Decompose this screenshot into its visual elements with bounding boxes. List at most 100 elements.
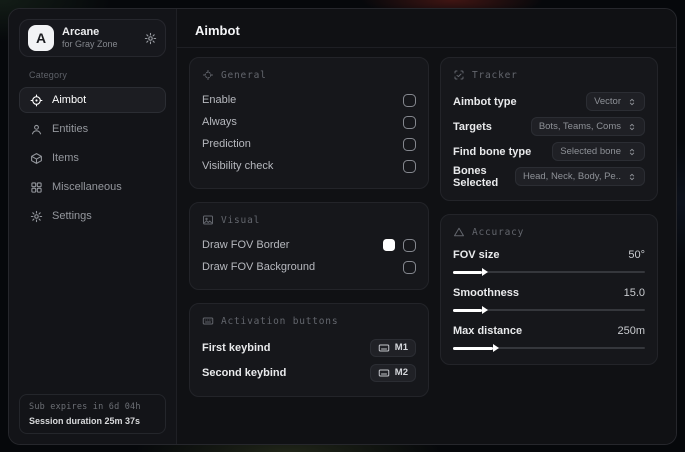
draw-fov-border-checkbox[interactable] <box>403 238 416 252</box>
arcane-menu-window: A Arcane for Gray Zone Category Aimbot E… <box>8 8 677 445</box>
image-icon <box>203 215 213 225</box>
main-header: Aimbot <box>177 9 676 48</box>
tracker-card-header: Tracker <box>453 69 645 81</box>
setting-label: First keybind <box>202 341 271 354</box>
slider-fill[interactable] <box>453 344 500 352</box>
select-value: Head, Neck, Body, Pe.. <box>522 171 621 182</box>
setting-row-prediction: Prediction <box>202 133 416 155</box>
unfold-icon <box>629 98 635 105</box>
setting-row-find-bone-type: Find bone type Selected bone <box>453 139 645 164</box>
sub-expiry-text: Sub expires in 6d 04h <box>29 402 141 412</box>
slider-value: 50° <box>628 249 645 261</box>
setting-label: FOV size <box>453 249 500 261</box>
brand-logo: A <box>28 25 54 51</box>
sidebar-item-aimbot[interactable]: Aimbot <box>19 87 166 113</box>
setting-row-enable: Enable <box>202 89 416 111</box>
slider-fill[interactable] <box>453 268 488 276</box>
setting-label: Bones Selected <box>453 164 499 189</box>
prediction-checkbox[interactable] <box>403 137 416 151</box>
setting-label: Enable <box>202 94 237 106</box>
always-checkbox[interactable] <box>403 115 416 129</box>
slider-group-smoothness: Smoothness 15.0 <box>453 284 645 314</box>
setting-label: Draw FOV Background <box>202 261 316 273</box>
activation-card-header: Activation buttons <box>202 315 416 327</box>
slider-value: 15.0 <box>623 287 645 299</box>
unfold-icon <box>629 123 635 130</box>
first-keybind-button[interactable]: M1 <box>369 338 416 357</box>
setting-label: Targets <box>453 120 492 133</box>
left-column: General Enable Always Prediction Visibil… <box>189 57 429 410</box>
crosshair-icon <box>30 94 43 106</box>
tracker-card: Tracker Aimbot type Vector Targets Bots,… <box>440 57 658 201</box>
sidebar-item-label: Settings <box>52 210 92 222</box>
setting-label: Find bone type <box>453 145 532 158</box>
brand-subtitle: for Gray Zone <box>62 39 118 49</box>
grid-icon <box>31 181 42 193</box>
visual-card-header: Visual <box>202 214 416 226</box>
sidebar-item-settings[interactable]: Settings <box>19 203 166 229</box>
sidebar-item-miscellaneous[interactable]: Miscellaneous <box>19 174 166 200</box>
bones-selected-select[interactable]: Head, Neck, Body, Pe.. <box>514 167 645 186</box>
setting-label: Max distance <box>453 325 523 337</box>
activation-card: Activation buttons First keybind M1 Seco… <box>189 303 429 397</box>
brand-card: A Arcane for Gray Zone <box>19 19 166 57</box>
second-keybind-button[interactable]: M2 <box>369 363 416 382</box>
keybind-value: M2 <box>394 367 408 378</box>
keybind-value: M1 <box>394 342 408 353</box>
main-body: General Enable Always Prediction Visibil… <box>177 48 676 410</box>
box-icon <box>31 152 42 164</box>
brand-name: Arcane <box>62 26 100 38</box>
slider-fill[interactable] <box>453 306 488 314</box>
focus-icon <box>454 70 464 80</box>
category-label: Category <box>29 70 68 80</box>
setting-row-targets: Targets Bots, Teams, Coms <box>453 114 645 139</box>
aimbot-type-select[interactable]: Vector <box>586 92 645 111</box>
main-panel: Aimbot General Enable Always Prediction … <box>177 9 676 444</box>
keyboard-icon <box>378 369 390 376</box>
select-value: Vector <box>594 96 621 107</box>
draw-fov-background-checkbox[interactable] <box>403 260 416 274</box>
setting-label: Aimbot type <box>453 95 517 108</box>
accuracy-title: Accuracy <box>472 226 525 238</box>
max-distance-slider[interactable] <box>453 344 645 352</box>
fov-border-color-swatch[interactable] <box>383 239 395 251</box>
select-value: Selected bone <box>560 146 621 157</box>
activation-title: Activation buttons <box>221 315 339 327</box>
slider-value: 250m <box>617 325 645 337</box>
targets-select[interactable]: Bots, Teams, Coms <box>530 117 645 136</box>
keyboard-icon <box>378 344 390 351</box>
enable-checkbox[interactable] <box>403 93 416 107</box>
general-title: General <box>221 69 267 81</box>
sidebar-item-label: Items <box>52 152 79 164</box>
setting-row-always: Always <box>202 111 416 133</box>
setting-label: Second keybind <box>202 366 287 379</box>
visibility-check-checkbox[interactable] <box>403 159 416 173</box>
accuracy-card: Accuracy FOV size 50° Smoothness 15.0 Ma… <box>440 214 658 365</box>
tracker-title: Tracker <box>472 69 518 81</box>
subscription-info: Sub expires in 6d 04h Session duration 2… <box>19 394 166 434</box>
crosshair-dotted-icon <box>203 70 213 80</box>
setting-label: Smoothness <box>453 287 520 299</box>
visual-title: Visual <box>221 214 261 226</box>
general-card: General Enable Always Prediction Visibil… <box>189 57 429 189</box>
smoothness-slider[interactable] <box>453 306 645 314</box>
general-card-header: General <box>202 69 416 81</box>
unfold-icon <box>629 148 635 155</box>
find-bone-type-select[interactable]: Selected bone <box>552 142 645 161</box>
sidebar-item-entities[interactable]: Entities <box>19 116 166 142</box>
slider-group-max-distance: Max distance 250m <box>453 322 645 352</box>
sidebar-item-items[interactable]: Items <box>19 145 166 171</box>
sidebar-nav: Aimbot Entities Items Miscellaneous Sett… <box>19 87 166 229</box>
fov-size-slider[interactable] <box>453 268 645 276</box>
gear-icon <box>30 210 43 222</box>
setting-row-draw-fov-background: Draw FOV Background <box>202 256 416 278</box>
gear-icon[interactable] <box>144 32 157 45</box>
setting-label: Visibility check <box>202 160 274 172</box>
setting-label: Prediction <box>202 138 251 150</box>
visual-card: Visual Draw FOV Border Draw FOV Backgrou… <box>189 202 429 290</box>
select-value: Bots, Teams, Coms <box>538 121 621 132</box>
page-title: Aimbot <box>195 23 240 38</box>
sidebar-item-label: Aimbot <box>52 94 87 106</box>
right-column: Tracker Aimbot type Vector Targets Bots,… <box>440 57 658 410</box>
brand-text: Arcane for Gray Zone <box>62 26 118 50</box>
